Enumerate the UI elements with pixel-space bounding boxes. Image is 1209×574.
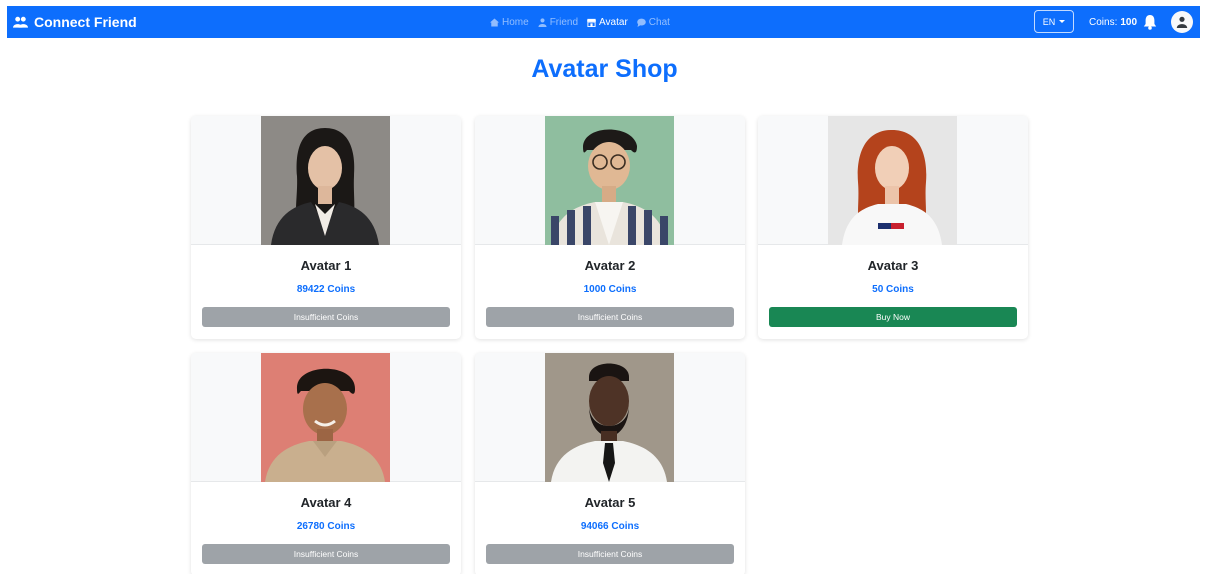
avatar-card-1: Avatar 1 89422 Coins Insufficient Coins: [191, 116, 461, 339]
bell-icon[interactable]: [1143, 14, 1157, 30]
avatar-price: 1000 Coins: [583, 284, 637, 295]
user-menu-button[interactable]: [1171, 11, 1193, 33]
buy-now-button[interactable]: Buy Now: [769, 307, 1017, 327]
avatar-name: Avatar 5: [584, 495, 636, 510]
coins-balance: Coins: 100: [1089, 6, 1137, 38]
nav-link-avatar[interactable]: Avatar: [587, 17, 628, 28]
language-value: EN: [1042, 16, 1056, 27]
avatar-card-5: Avatar 5 94066 Coins Insufficient Coins: [475, 353, 745, 574]
avatar-price: 26780 Coins: [296, 521, 356, 532]
avatar-image-5: [545, 353, 674, 482]
nav-link-chat[interactable]: Chat: [636, 17, 670, 28]
insufficient-coins-button[interactable]: Insufficient Coins: [486, 307, 734, 327]
avatar-image-4: [261, 353, 390, 482]
nav-link-friend[interactable]: Friend: [538, 17, 578, 28]
user-icon: [1176, 16, 1188, 28]
avatar-name: Avatar 3: [867, 258, 919, 273]
chat-icon: [636, 18, 646, 27]
avatar-name: Avatar 4: [300, 495, 352, 510]
insufficient-coins-button[interactable]: Insufficient Coins: [486, 544, 734, 564]
person-icon: [538, 17, 547, 27]
nav-links: Home Friend Avatar Chat: [490, 6, 670, 38]
language-dropdown[interactable]: EN: [1034, 10, 1074, 33]
top-navbar: Connect Friend Home Friend Avatar Chat E…: [7, 6, 1200, 38]
avatar-price: 89422 Coins: [296, 284, 356, 295]
avatar-price: 94066 Coins: [580, 521, 640, 532]
brand[interactable]: Connect Friend: [13, 6, 137, 38]
avatar-card-3: Avatar 3 50 Coins Buy Now: [758, 116, 1028, 339]
avatar-name: Avatar 2: [584, 258, 636, 273]
nav-link-home[interactable]: Home: [490, 17, 529, 28]
avatar-price: 50 Coins: [872, 284, 914, 295]
insufficient-coins-button[interactable]: Insufficient Coins: [202, 544, 450, 564]
insufficient-coins-button[interactable]: Insufficient Coins: [202, 307, 450, 327]
users-icon: [13, 16, 28, 28]
coins-value: 100: [1120, 16, 1138, 28]
shop-icon: [587, 18, 597, 27]
coins-label: Coins:: [1089, 16, 1118, 28]
avatar-card-4: Avatar 4 26780 Coins Insufficient Coins: [191, 353, 461, 574]
avatar-image-2: [545, 116, 674, 245]
page-title: Avatar Shop: [531, 55, 678, 83]
avatar-image-1: [261, 116, 390, 245]
avatar-card-2: Avatar 2 1000 Coins Insufficient Coins: [475, 116, 745, 339]
avatar-name: Avatar 1: [300, 258, 352, 273]
caret-down-icon: [1059, 20, 1066, 23]
house-icon: [490, 17, 499, 27]
avatar-image-3: [828, 116, 957, 245]
brand-name: Connect Friend: [34, 14, 137, 30]
